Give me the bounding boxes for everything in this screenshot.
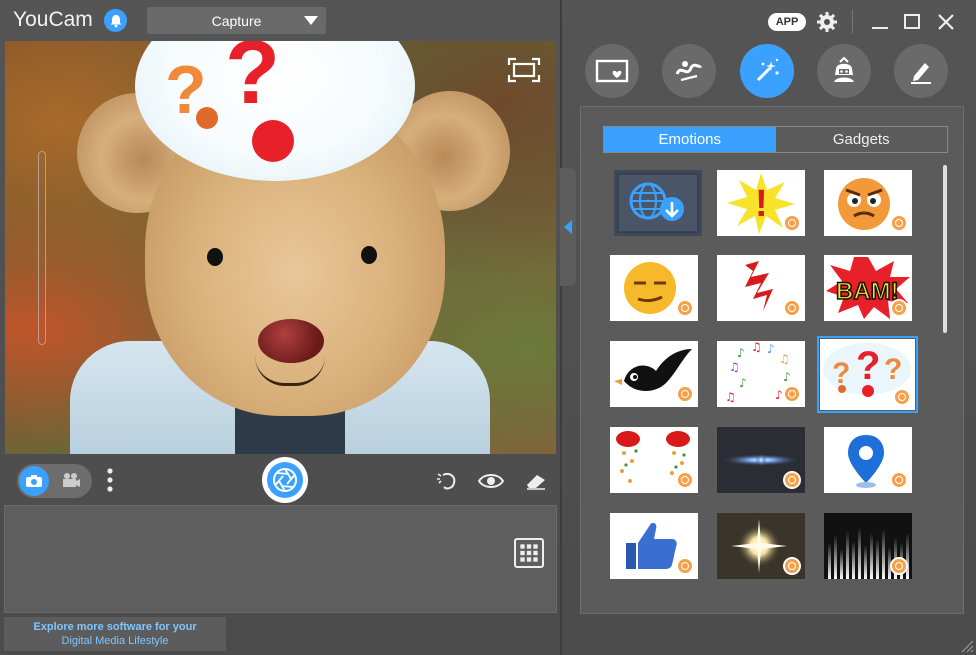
download-badge-icon: [676, 299, 694, 317]
promo-line-2: Digital Media Lifestyle: [61, 635, 169, 647]
effect-thumb-thumbs-up[interactable]: [610, 513, 698, 579]
svg-text:?: ?: [225, 41, 280, 123]
app-logo: YouCam: [13, 8, 93, 31]
download-badge-icon: [783, 299, 801, 317]
question-marks-effect: ? ?: [165, 41, 294, 162]
effect-thumb-lens-flare[interactable]: [717, 427, 805, 493]
effect-thumb-location-pin[interactable]: [824, 427, 912, 493]
video-camera-icon[interactable]: [61, 471, 81, 489]
effect-thumb-rose-shower[interactable]: [610, 427, 698, 493]
effects-scrollbar[interactable]: [943, 165, 947, 333]
zoom-slider[interactable]: [38, 151, 46, 345]
panel-divider: [560, 0, 562, 655]
frame-heart-icon: [595, 59, 629, 83]
effect-thumb-sound-wave[interactable]: [824, 513, 912, 579]
tab-distortion[interactable]: [662, 44, 716, 98]
title-separator: [852, 10, 853, 34]
camera-icon[interactable]: [19, 466, 49, 496]
effect-thumb-sly-face[interactable]: [610, 255, 698, 321]
download-badge-icon: [676, 557, 694, 575]
promo-line-1: Explore more software for your: [33, 621, 197, 633]
distortion-icon: [675, 61, 703, 82]
photo-video-toggle[interactable]: [17, 464, 92, 498]
effect-thumb-exclamation[interactable]: !: [717, 170, 805, 236]
shutter-button[interactable]: [262, 457, 308, 503]
effect-thumb-zigzag[interactable]: [717, 255, 805, 321]
face-tracking-icon[interactable]: [435, 471, 459, 491]
svg-text:♪: ♪: [775, 388, 783, 402]
bear-eye-left: [207, 248, 223, 266]
download-badge-icon: [783, 471, 801, 489]
close-icon[interactable]: [935, 11, 957, 33]
svg-text:!: !: [755, 183, 768, 225]
effect-thumb-bird[interactable]: [610, 341, 698, 407]
promo-link[interactable]: Explore more software for your Digital M…: [4, 617, 226, 651]
maximize-icon[interactable]: [901, 11, 923, 33]
svg-text:♫: ♫: [729, 360, 740, 374]
svg-text:♪: ♪: [737, 346, 745, 360]
effect-thumb-question-marks[interactable]: ???: [817, 336, 918, 413]
resize-grip-icon[interactable]: [958, 637, 974, 653]
download-more-icon: [617, 173, 699, 233]
effect-thumb-download-more[interactable]: [614, 170, 702, 236]
eraser-icon[interactable]: [524, 471, 548, 491]
tab-avatar[interactable]: [817, 44, 871, 98]
download-badge-icon: [890, 557, 908, 575]
download-badge-icon: [783, 557, 801, 575]
svg-text:♫: ♫: [779, 352, 790, 366]
svg-text:BAM!: BAM!: [836, 278, 899, 305]
app-button[interactable]: APP: [768, 13, 806, 31]
tab-magic[interactable]: [740, 44, 794, 98]
svg-text:♪: ♪: [739, 376, 747, 390]
effect-thumb-angry-face[interactable]: [824, 170, 912, 236]
download-badge-icon: [890, 471, 908, 489]
download-badge-icon: [676, 385, 694, 403]
download-badge-icon: [890, 299, 908, 317]
magic-wand-icon: [756, 58, 779, 82]
eye-icon[interactable]: [477, 471, 505, 491]
capture-toolbar: [0, 455, 560, 505]
chevron-left-icon: [564, 220, 572, 234]
svg-text:♪: ♪: [783, 370, 791, 384]
tab-gadgets[interactable]: Gadgets: [776, 127, 948, 152]
svg-text:?: ?: [884, 353, 902, 386]
download-badge-icon: [783, 214, 801, 232]
gear-icon[interactable]: [816, 11, 838, 33]
download-badge-icon: [783, 385, 801, 403]
effect-thumb-sparkle-light[interactable]: [717, 513, 805, 579]
notification-bell-icon[interactable]: [104, 9, 127, 32]
title-bar: YouCam Capture APP: [0, 0, 976, 40]
svg-text:♪: ♪: [767, 342, 775, 356]
bear-eye-right: [361, 246, 377, 264]
shutter-icon: [267, 462, 303, 498]
svg-text:♫: ♫: [725, 390, 736, 404]
svg-text:?: ?: [832, 357, 850, 390]
tab-frames[interactable]: [585, 44, 639, 98]
minimize-icon[interactable]: [869, 11, 891, 33]
more-options-icon[interactable]: [106, 467, 114, 493]
mode-dropdown-value: Capture: [211, 12, 262, 29]
svg-text:?: ?: [856, 344, 880, 388]
fullscreen-icon[interactable]: [507, 57, 541, 83]
effect-thumb-music-notes[interactable]: ♪♫♪♫♫♪♫♪♫♪: [717, 341, 805, 407]
camera-preview[interactable]: ? ?: [5, 41, 556, 454]
effects-segmented-control: Emotions Gadgets: [603, 126, 948, 153]
grid-view-icon[interactable]: [514, 538, 544, 568]
tab-draw[interactable]: [894, 44, 948, 98]
pen-icon: [911, 63, 931, 84]
tab-emotions[interactable]: Emotions: [604, 127, 776, 152]
download-badge-icon: [890, 214, 908, 232]
svg-text:♫: ♫: [751, 341, 762, 354]
mode-dropdown[interactable]: Capture: [147, 7, 326, 34]
chevron-down-icon: [304, 16, 318, 25]
captured-media-gallery[interactable]: [4, 505, 557, 613]
avatar-icon: [834, 57, 854, 82]
collapse-panel-button[interactable]: [560, 168, 576, 286]
youcam-window: YouCam Capture APP ? ? Explore more soft…: [0, 0, 976, 655]
effect-thumb-bam[interactable]: BAM!: [824, 255, 912, 321]
download-badge-icon: [676, 471, 694, 489]
download-badge-icon: [893, 388, 911, 406]
